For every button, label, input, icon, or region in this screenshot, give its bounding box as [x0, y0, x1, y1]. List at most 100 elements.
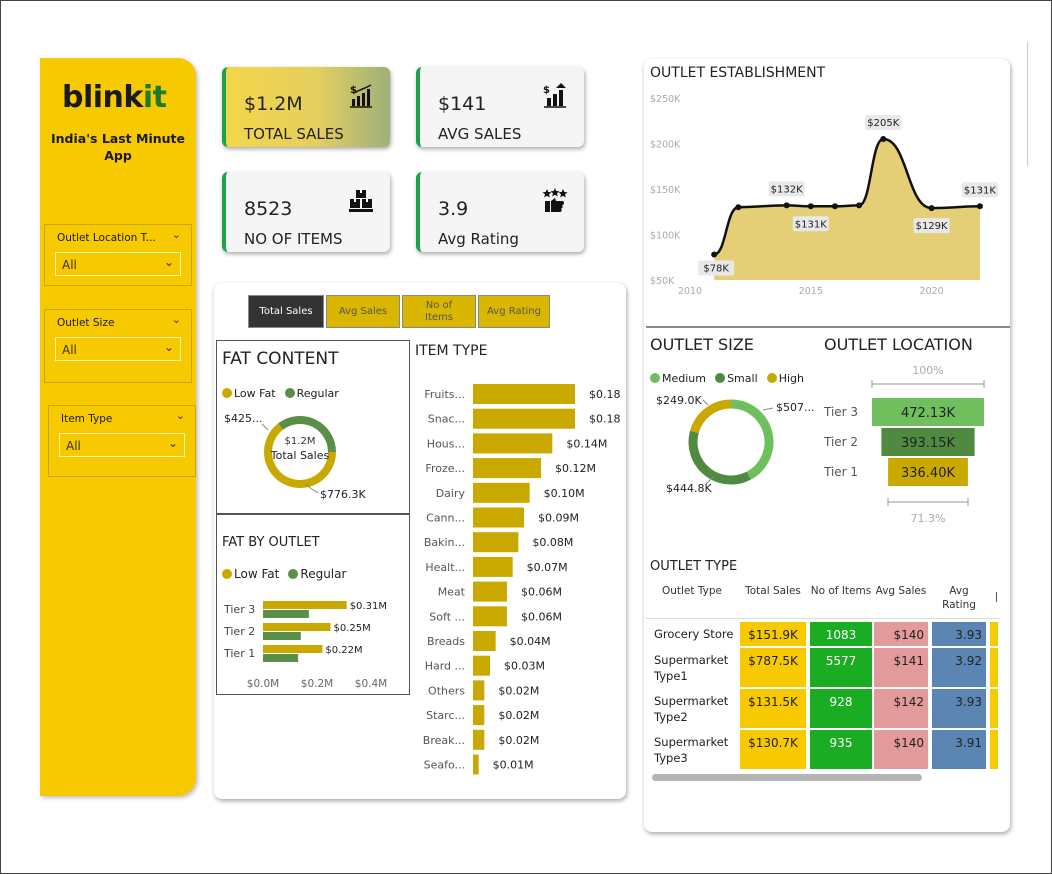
column-header: Avg Sales — [875, 585, 927, 597]
slicer-value: All — [66, 439, 81, 453]
legend-low-fat[interactable]: Low Fat — [222, 387, 276, 400]
table-cell: 3.92 — [932, 648, 986, 687]
divider — [646, 326, 1010, 328]
bar — [473, 606, 507, 627]
data-point — [856, 202, 863, 209]
outlet-establishment-area-chart: $50K $100K $150K $200K $250K 2010 2015 2020 $78K… — [650, 94, 998, 297]
data-label: $0.25M — [334, 623, 371, 634]
kpi-value: 8523 — [244, 198, 293, 220]
data-label: $0.18M — [589, 388, 620, 401]
data-label: $0.12M — [555, 462, 596, 475]
data-point — [928, 205, 935, 212]
slice-label: $444.8K — [666, 482, 712, 495]
row-label: Supermarket Type2 — [654, 694, 729, 724]
category-label: Healt... — [425, 561, 465, 574]
chevron-down-icon: ⌄ — [167, 436, 178, 450]
chevron-down-icon[interactable]: ⌄ — [172, 313, 181, 326]
tab-no-of-items[interactable]: No of Items — [402, 295, 476, 328]
kpi-label: AVG SALES — [438, 125, 522, 143]
bar — [473, 680, 485, 701]
data-label: $131K — [964, 185, 996, 196]
kpi-no-of-items: 8523 NO OF ITEMS — [222, 172, 390, 252]
legend-small[interactable]: Small — [715, 372, 758, 385]
legend-high[interactable]: High — [766, 372, 804, 385]
fat-content-title: FAT CONTENT — [222, 349, 339, 369]
chevron-down-icon: ⌄ — [163, 255, 174, 269]
fat-content-donut-chart: $1.2M Total Sales $425... $776.3K — [224, 412, 366, 501]
data-point — [735, 204, 742, 211]
table-cell: 1083 — [810, 622, 872, 646]
slicer-outlet-size[interactable]: Outlet Size ⌄ All ⌄ — [44, 309, 192, 383]
data-label: $0.04M — [510, 635, 551, 648]
leader-line — [261, 423, 269, 431]
table-cell: $140 — [874, 730, 928, 769]
fat-by-outlet-title: FAT BY OUTLET — [222, 535, 320, 550]
slicer-dropdown[interactable]: All ⌄ — [59, 433, 185, 457]
bar — [473, 581, 507, 602]
category-label: Hous... — [427, 437, 465, 450]
leader-line — [702, 399, 709, 406]
bar — [473, 458, 541, 479]
data-label: 472.13K — [901, 406, 955, 421]
svg-text:$: $ — [350, 85, 357, 96]
chevron-down-icon[interactable]: ⌄ — [176, 409, 185, 422]
outlet-size-donut-chart: $507... $444.8K $249.0K — [656, 394, 814, 495]
category-label: Hard ... — [425, 660, 465, 673]
data-label: $132K — [771, 184, 803, 195]
bar — [473, 705, 485, 726]
table-scrollbar[interactable] — [652, 774, 922, 781]
sales-growth-icon: $ — [350, 84, 372, 108]
slicer-item-type[interactable]: Item Type ⌄ All ⌄ — [48, 405, 196, 477]
slice-label: $507... — [776, 401, 814, 414]
kpi-label: NO OF ITEMS — [244, 230, 343, 248]
data-label: $0.02M — [498, 734, 539, 747]
leader-line — [305, 484, 319, 494]
slicer-dropdown[interactable]: All ⌄ — [55, 252, 181, 276]
data-point — [711, 251, 718, 258]
category-label: Breads — [427, 635, 465, 648]
outlet-establishment-title: OUTLET ESTABLISHMENT — [650, 65, 826, 81]
category-label: Tier 2 — [823, 435, 858, 449]
data-point — [976, 203, 983, 210]
slicer-dropdown[interactable]: All ⌄ — [55, 337, 181, 361]
legend-regular[interactable]: Regular — [288, 567, 346, 581]
chevron-down-icon[interactable]: ⌄ — [172, 228, 181, 241]
x-tick-label: 2020 — [920, 286, 944, 297]
category-label: Tier 2 — [223, 625, 255, 638]
table-cell: $140 — [874, 622, 928, 646]
outlet-size-title: OUTLET SIZE — [650, 335, 754, 354]
brand-tagline: India's Last Minute App — [51, 131, 185, 163]
y-tick-label: $200K — [650, 140, 681, 151]
column-header: Avg Rating — [942, 585, 976, 611]
outlet-type-table: Outlet Type Total Sales No of Items Avg Sal… — [646, 578, 1000, 770]
data-label: $0.10M — [544, 487, 585, 500]
category-label: Meat — [438, 586, 466, 599]
column-header-truncated — [996, 592, 997, 602]
table-cell: $131.5K — [740, 689, 806, 728]
slicer-title: Outlet Location T... — [57, 232, 156, 244]
slicer-outlet-location[interactable]: Outlet Location T... ⌄ All ⌄ — [44, 224, 192, 286]
kpi-label: Avg Rating — [438, 230, 519, 248]
tab-avg-rating[interactable]: Avg Rating — [478, 295, 550, 328]
y-tick-label: $150K — [650, 185, 681, 196]
table-cell-truncated — [990, 622, 998, 646]
tick-label: $0.4M — [355, 678, 387, 690]
data-label: $0.06M — [521, 586, 562, 599]
legend-regular[interactable]: Regular — [284, 387, 339, 400]
data-label: $0.03M — [504, 660, 545, 673]
donut-slice — [688, 430, 751, 485]
legend-medium[interactable]: Medium — [650, 372, 706, 385]
table-header-divider — [646, 618, 1000, 619]
tab-avg-sales[interactable]: Avg Sales — [326, 295, 400, 328]
funnel-top-pct: 100% — [912, 364, 943, 377]
category-label: Starc... — [426, 709, 465, 722]
category-label: Bakin... — [424, 536, 465, 549]
table-cell-truncated — [990, 648, 998, 687]
x-tick-label: 2010 — [678, 286, 702, 297]
bar-low-fat — [263, 623, 331, 631]
legend-low-fat[interactable]: Low Fat — [222, 567, 279, 581]
tab-total-sales[interactable]: Total Sales — [248, 295, 324, 328]
bar — [473, 507, 524, 528]
slicer-title: Item Type — [61, 413, 113, 425]
category-label: Cann... — [426, 512, 465, 525]
